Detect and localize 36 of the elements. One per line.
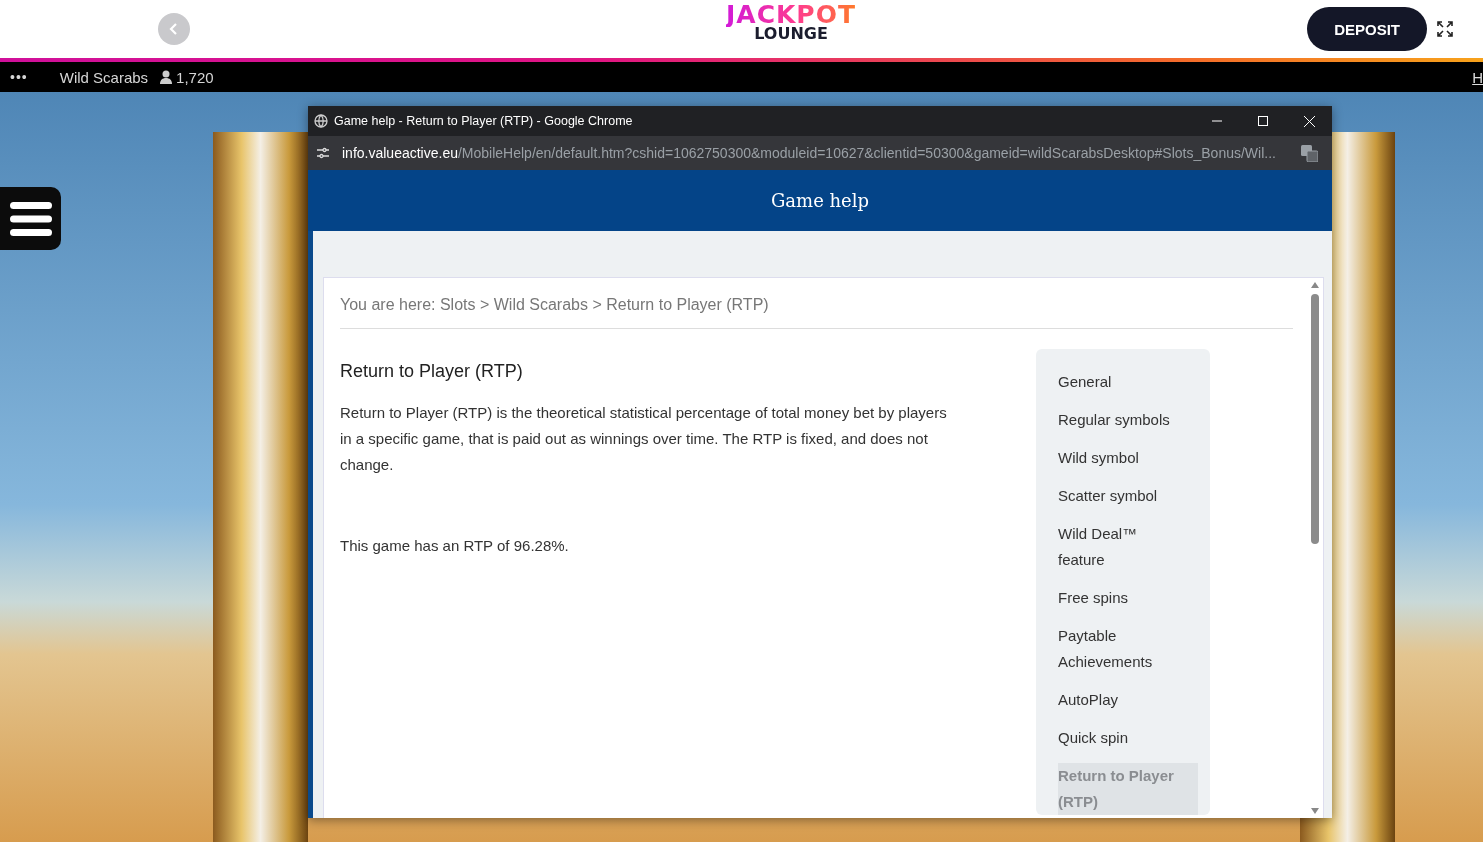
window-title: Game help - Return to Player (RTP) - Google Chrome — [334, 114, 633, 128]
close-icon — [1303, 115, 1315, 127]
site-settings-icon — [316, 146, 330, 160]
player-count: 1,720 — [176, 68, 214, 86]
globe-icon — [314, 114, 328, 128]
nav-link[interactable]: AutoPlay — [1058, 687, 1188, 713]
maximize-icon — [1258, 116, 1268, 126]
user-icon — [160, 70, 173, 84]
nav-link[interactable]: Paytable Achievements — [1058, 623, 1188, 675]
nav-link[interactable]: General — [1058, 369, 1188, 395]
nav-link[interactable]: Free spins — [1058, 585, 1188, 611]
more-menu-button[interactable]: ••• — [10, 69, 28, 85]
game-title: Wild Scarabs — [59, 68, 149, 86]
deposit-button[interactable]: DEPOSIT — [1307, 7, 1427, 51]
paragraph: Return to Player (RTP) is the theoretical statistical percentage of total money bet by players in a specific game, that is paid out as winnings over time. The RTP is fixed, and does not change. — [340, 403, 948, 475]
page-header: Game help — [308, 170, 1332, 231]
nav-link[interactable]: Wild Deal™ feature — [1058, 521, 1188, 573]
link[interactable]: H — [1472, 68, 1483, 86]
menu-icon — [9, 199, 52, 238]
nav-link[interactable]: Regular symbols — [1058, 407, 1188, 433]
nav-link[interactable]: Wild symbol — [1058, 445, 1188, 471]
nav-link[interactable]: Quick spin — [1058, 725, 1188, 751]
breadcrumb: You are here: Slots > Wild Scarabs > Return to Player (RTP) — [340, 278, 1293, 329]
translate-icon — [1301, 144, 1318, 162]
scroll-up-icon — [1311, 282, 1319, 288]
back-button[interactable] — [158, 13, 190, 45]
nav-link[interactable]: Scatter symbol — [1058, 483, 1188, 509]
logo-text: LOUNGE — [754, 26, 828, 42]
article-heading: Return to Player (RTP) — [340, 361, 524, 382]
scrollbar-thumb[interactable] — [1311, 294, 1319, 544]
chevron-left-icon — [168, 23, 180, 35]
menu-button[interactable] — [0, 187, 61, 250]
scroll-down-icon — [1311, 808, 1319, 814]
paragraph: This game has an RTP of 96.28%. — [340, 536, 570, 556]
fullscreen-button[interactable] — [1437, 21, 1453, 37]
logo-text: JACKPOT — [726, 2, 856, 27]
